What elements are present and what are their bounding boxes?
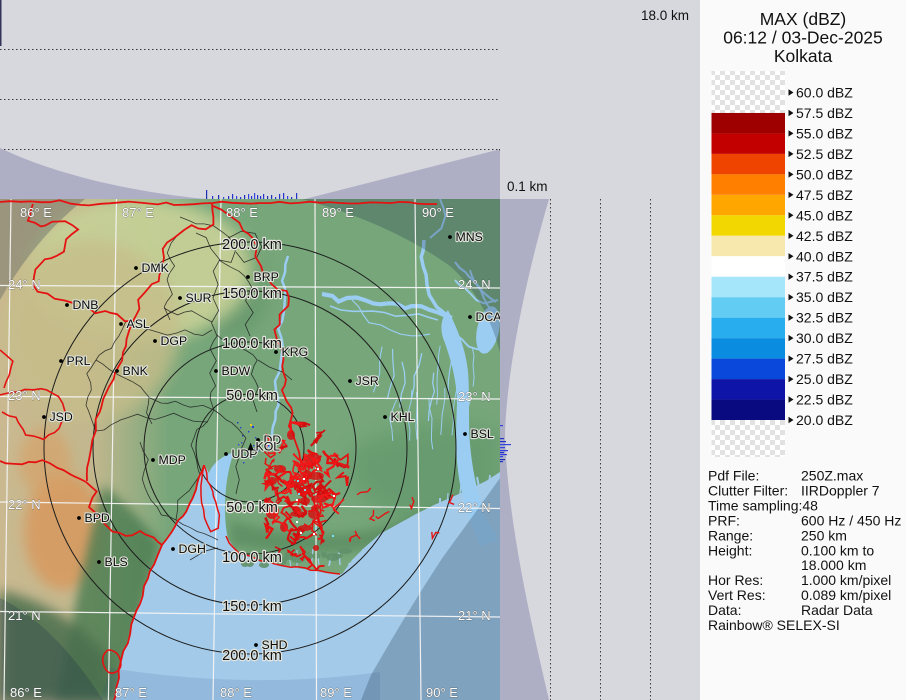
- svg-text:89° E: 89° E: [320, 685, 352, 700]
- svg-text:250 km: 250 km: [801, 527, 847, 543]
- svg-text:150.0 km: 150.0 km: [222, 599, 282, 615]
- svg-text:18.0 km: 18.0 km: [641, 8, 689, 23]
- svg-text:21° N: 21° N: [458, 608, 491, 623]
- svg-text:MNS: MNS: [456, 230, 483, 244]
- svg-text:23° N: 23° N: [8, 388, 41, 403]
- svg-text:90° E: 90° E: [422, 205, 454, 220]
- svg-text:47.5 dBZ: 47.5 dBZ: [796, 187, 853, 203]
- svg-text:52.5 dBZ: 52.5 dBZ: [796, 146, 853, 162]
- svg-text:42.5 dBZ: 42.5 dBZ: [796, 228, 853, 244]
- svg-text:BNK: BNK: [123, 364, 149, 378]
- svg-text:20.0 dBZ: 20.0 dBZ: [796, 412, 853, 428]
- svg-text:88° E: 88° E: [226, 205, 258, 220]
- svg-text:88° E: 88° E: [220, 685, 252, 700]
- svg-text:JSR: JSR: [356, 374, 379, 388]
- svg-text:BRP: BRP: [254, 270, 279, 284]
- svg-text:UDP: UDP: [232, 447, 258, 461]
- svg-text:27.5 dBZ: 27.5 dBZ: [796, 351, 853, 367]
- svg-text:SHD: SHD: [262, 638, 288, 652]
- svg-text:60.0 dBZ: 60.0 dBZ: [796, 85, 853, 101]
- svg-text:18.000 km: 18.000 km: [801, 557, 866, 573]
- svg-text:IIRDoppler 7: IIRDoppler 7: [801, 482, 880, 498]
- svg-text:DNB: DNB: [73, 298, 99, 312]
- svg-text:22° N: 22° N: [458, 500, 491, 515]
- svg-text:50.0 km: 50.0 km: [226, 388, 278, 404]
- svg-text:Radar Data: Radar Data: [801, 602, 873, 618]
- svg-text:Height:: Height:: [708, 542, 752, 558]
- svg-text:90° E: 90° E: [426, 685, 458, 700]
- svg-text:PRL: PRL: [67, 354, 91, 368]
- svg-text:250Z.max: 250Z.max: [801, 468, 863, 484]
- svg-text:600 Hz / 450 Hz: 600 Hz / 450 Hz: [801, 512, 901, 528]
- svg-text:Range:: Range:: [708, 527, 753, 543]
- svg-text:100.0 km: 100.0 km: [222, 550, 282, 566]
- svg-text:MDP: MDP: [159, 453, 186, 467]
- svg-text:100.0 km: 100.0 km: [222, 336, 282, 352]
- svg-text:57.5 dBZ: 57.5 dBZ: [796, 105, 853, 121]
- svg-text:PRF:: PRF:: [708, 512, 740, 528]
- svg-text:50.0 km: 50.0 km: [226, 500, 278, 516]
- svg-text:Time sampling:48: Time sampling:48: [708, 497, 818, 513]
- svg-text:150.0 km: 150.0 km: [222, 286, 282, 302]
- svg-text:Clutter Filter:: Clutter Filter:: [708, 482, 788, 498]
- svg-text:24° N: 24° N: [458, 277, 491, 292]
- svg-text:40.0 dBZ: 40.0 dBZ: [796, 248, 853, 264]
- svg-text:ASL: ASL: [127, 317, 150, 331]
- svg-text:32.5 dBZ: 32.5 dBZ: [796, 310, 853, 326]
- svg-text:Data:: Data:: [708, 602, 741, 618]
- svg-text:DGH: DGH: [179, 542, 206, 556]
- svg-text:24° N: 24° N: [8, 277, 41, 292]
- svg-text:22° N: 22° N: [8, 497, 41, 512]
- svg-text:Pdf File:: Pdf File:: [708, 468, 759, 484]
- svg-text:87° E: 87° E: [115, 685, 147, 700]
- svg-text:35.0 dBZ: 35.0 dBZ: [796, 289, 853, 305]
- svg-text:MAX (dBZ): MAX (dBZ): [760, 9, 847, 29]
- svg-text:25.0 dBZ: 25.0 dBZ: [796, 371, 853, 387]
- svg-text:22.5 dBZ: 22.5 dBZ: [796, 392, 853, 408]
- svg-text:Kolkata: Kolkata: [774, 46, 833, 66]
- svg-text:BPD: BPD: [85, 511, 110, 525]
- svg-text:86° E: 86° E: [10, 685, 42, 700]
- svg-text:Rainbow® SELEX-SI: Rainbow® SELEX-SI: [708, 617, 840, 633]
- svg-text:87° E: 87° E: [122, 205, 154, 220]
- svg-text:50.0 dBZ: 50.0 dBZ: [796, 166, 853, 182]
- svg-text:0.089 km/pixel: 0.089 km/pixel: [801, 587, 891, 603]
- svg-text:KHL: KHL: [391, 410, 415, 424]
- svg-text:21° N: 21° N: [8, 608, 41, 623]
- svg-text:55.0 dBZ: 55.0 dBZ: [796, 125, 853, 141]
- svg-text:SUR: SUR: [186, 291, 212, 305]
- svg-text:86° E: 86° E: [20, 205, 52, 220]
- svg-text:KOL: KOL: [256, 440, 281, 454]
- svg-text:JSD: JSD: [50, 410, 73, 424]
- svg-text:KRG: KRG: [282, 345, 309, 359]
- svg-text:DCA: DCA: [476, 310, 503, 324]
- svg-text:BSL: BSL: [471, 427, 494, 441]
- svg-text:06:12 / 03-Dec-2025: 06:12 / 03-Dec-2025: [723, 28, 883, 48]
- svg-text:1.000 km/pixel: 1.000 km/pixel: [801, 572, 891, 588]
- svg-text:Vert Res:: Vert Res:: [708, 587, 766, 603]
- svg-text:89° E: 89° E: [322, 205, 354, 220]
- svg-text:Hor Res:: Hor Res:: [708, 572, 763, 588]
- svg-text:DGP: DGP: [161, 334, 188, 348]
- svg-text:200.0 km: 200.0 km: [222, 237, 282, 253]
- svg-text:0.1 km: 0.1 km: [507, 179, 548, 194]
- svg-text:23° N: 23° N: [458, 389, 491, 404]
- svg-text:BLS: BLS: [105, 555, 128, 569]
- svg-text:45.0 dBZ: 45.0 dBZ: [796, 207, 853, 223]
- svg-text:BDW: BDW: [222, 364, 251, 378]
- svg-text:37.5 dBZ: 37.5 dBZ: [796, 269, 853, 285]
- svg-text:DMK: DMK: [142, 261, 170, 275]
- svg-text:0.100 km to: 0.100 km to: [801, 542, 874, 558]
- svg-text:30.0 dBZ: 30.0 dBZ: [796, 330, 853, 346]
